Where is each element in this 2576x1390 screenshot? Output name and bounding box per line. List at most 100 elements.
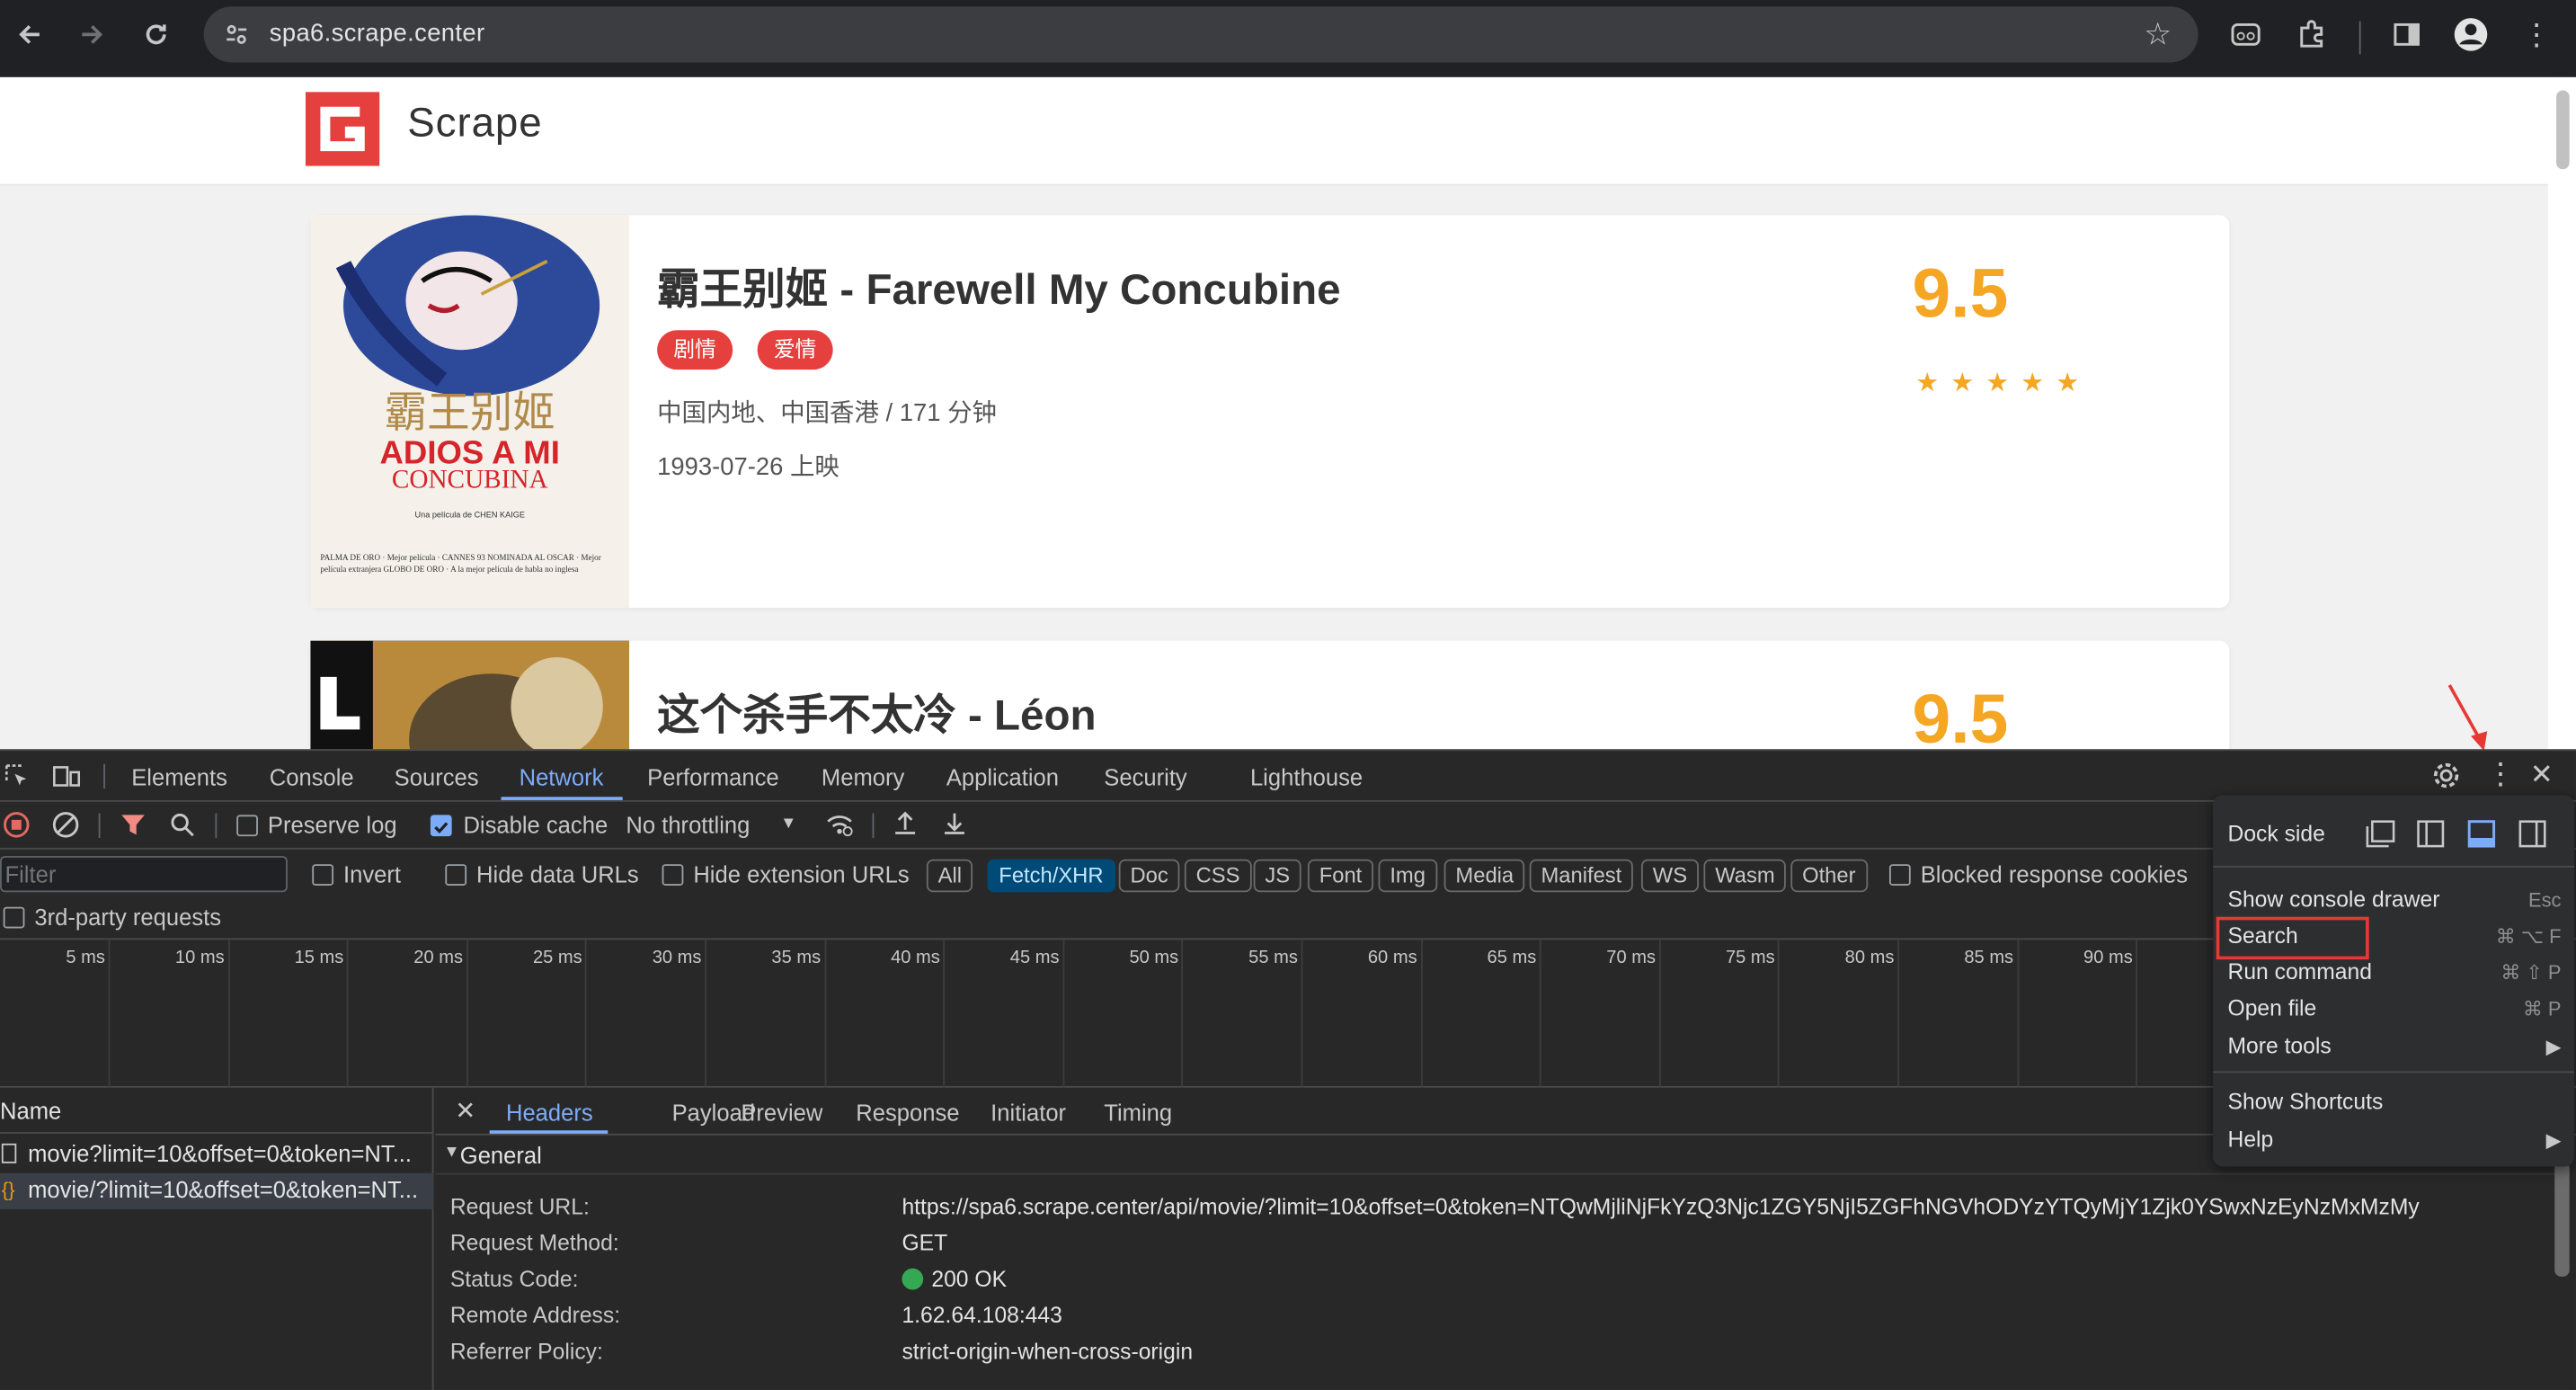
menu-item-show-shortcuts[interactable]: Show Shortcuts [2227,1090,2383,1114]
movie-title[interactable]: 霸王别姬 - Farewell My Concubine [657,256,1340,317]
dock-left-icon[interactable] [2417,820,2445,853]
disable-cache-checkbox[interactable] [430,815,452,837]
filter-icon[interactable] [120,812,146,838]
menu-item-help[interactable]: Help [2227,1127,2273,1152]
bookmark-star-icon[interactable]: ☆ [2144,16,2172,54]
hide-data-urls-checkbox[interactable] [445,864,467,886]
movie-poster[interactable]: 霸王别姬 ADIOS A MI CONCUBINA Una película d… [310,215,630,609]
tab-console[interactable]: Console [270,764,354,790]
preserve-log-checkbox[interactable] [236,815,258,837]
timeline-grid-line [1062,940,1065,1088]
incognito-icon[interactable] [2223,14,2269,54]
invert-checkbox[interactable] [312,864,334,886]
filter-wasm[interactable]: Wasm [1703,859,1787,893]
address-bar[interactable]: spa6.scrape.center ☆ [203,6,2198,63]
search-icon[interactable] [169,812,195,838]
tab-network[interactable]: Network [520,764,604,790]
menu-item-run-command[interactable]: Run command [2227,959,2371,984]
dock-bottom-icon[interactable] [2467,820,2496,853]
menu-item-open-file[interactable]: Open file [2227,995,2316,1020]
movie-poster[interactable] [310,640,630,750]
site-logo-icon[interactable] [305,92,380,166]
filter-media[interactable]: Media [1443,859,1525,893]
dock-undock-icon[interactable] [2366,820,2395,853]
tab-elements[interactable]: Elements [131,764,227,790]
tab-application[interactable]: Application [946,764,1059,790]
throttling-select[interactable]: No throttling [626,812,750,838]
filter-css[interactable]: CSS [1184,859,1252,893]
filter-ws[interactable]: WS [1640,859,1699,893]
menu-item-search[interactable]: Search [2227,923,2297,948]
filter-all[interactable]: All [926,859,973,893]
request-name[interactable]: movie/?limit=10&offset=0&token=NT... [28,1176,418,1202]
request-name[interactable]: movie?limit=10&offset=0&token=NT... [28,1140,412,1166]
filter-img[interactable]: Img [1378,859,1437,893]
filter-doc[interactable]: Doc [1118,859,1180,893]
tab-preview[interactable]: Preview [741,1100,822,1126]
timeline-tick-label: 10 ms [174,948,225,968]
detail-scrollbar[interactable] [2554,1161,2570,1277]
page-scrollbar-thumb[interactable] [2556,90,2570,170]
filter-other[interactable]: Other [1790,859,1868,893]
annotation-arrow [2447,684,2488,752]
browser-menu-icon[interactable]: ⋮ [2514,14,2560,54]
site-brand[interactable]: Scrape [407,100,542,147]
filter-input[interactable] [0,856,288,893]
reload-icon[interactable] [133,14,179,54]
tab-initiator[interactable]: Initiator [990,1100,1066,1126]
network-conditions-icon[interactable] [825,812,855,838]
device-toolbar-icon[interactable] [52,762,82,789]
request-row[interactable]: movie?limit=10&offset=0&token=NT... [0,1137,434,1173]
close-detail-icon[interactable]: ✕ [455,1096,475,1126]
back-icon[interactable] [6,14,52,54]
hide-extension-urls-checkbox[interactable] [662,864,684,886]
movie-title[interactable]: 这个杀手不太冷 - Léon [657,682,1096,743]
tab-lighthouse[interactable]: Lighthouse [1250,764,1363,790]
filter-js[interactable]: JS [1253,859,1301,893]
menu-item-show-console-drawer[interactable]: Show console drawer [2227,887,2439,912]
profile-avatar-icon[interactable] [2447,14,2493,54]
movie-card[interactable]: 这个杀手不太冷 - Léon 9.5 [310,640,2230,750]
request-row-selected[interactable]: {} movie/?limit=10&offset=0&token=NT... [0,1172,434,1209]
shortcut-run-command: ⌘ ⇧ P [2500,961,2562,985]
menu-item-more-tools[interactable]: More tools [2227,1033,2331,1057]
import-har-icon[interactable] [892,810,918,836]
side-panel-icon[interactable] [2384,14,2429,54]
remote-address-value: 1.62.64.108:443 [902,1303,1062,1328]
requests-panel: Name movie?limit=10&offset=0&token=NT...… [0,1087,434,1390]
filter-manifest[interactable]: Manifest [1529,859,1634,893]
inspect-element-icon[interactable] [4,762,30,789]
blocked-cookies-checkbox[interactable] [1888,864,1911,886]
movie-card[interactable]: 霸王别姬 ADIOS A MI CONCUBINA Una película d… [310,215,2230,609]
tab-memory[interactable]: Memory [822,764,904,790]
timeline-tick-label: 90 ms [2083,948,2133,968]
dock-right-icon[interactable] [2518,820,2546,853]
tab-performance[interactable]: Performance [647,764,779,790]
tab-headers[interactable]: Headers [506,1100,593,1126]
record-stop-icon[interactable] [4,812,30,838]
site-info-icon[interactable] [224,22,250,56]
filter-font[interactable]: Font [1307,859,1374,893]
chevron-down-icon[interactable]: ▼ [780,815,796,833]
third-party-checkbox[interactable] [3,906,25,929]
page-scrollbar[interactable] [2547,76,2576,750]
third-party-row: 3rd-party requests [0,899,2576,940]
forward-icon[interactable] [69,14,115,54]
status-code-value: 200 OK [931,1266,1008,1292]
filter-fetch-xhr[interactable]: Fetch/XHR [987,859,1115,893]
tab-response[interactable]: Response [856,1100,959,1126]
url-text[interactable]: spa6.scrape.center [270,20,485,48]
tab-timing[interactable]: Timing [1104,1100,1172,1126]
extensions-icon[interactable] [2288,14,2334,54]
customize-menu-icon[interactable]: ⋮ [2485,757,2515,791]
name-column-header[interactable]: Name [0,1098,61,1124]
third-party-label: 3rd-party requests [34,904,222,931]
divider [98,813,101,838]
settings-gear-icon[interactable] [2431,761,2461,790]
timeline-tick-label: 5 ms [66,948,105,968]
tab-security[interactable]: Security [1104,764,1186,790]
tab-sources[interactable]: Sources [395,764,479,790]
export-har-icon[interactable] [941,810,967,836]
clear-icon[interactable] [52,812,79,838]
close-devtools-icon[interactable]: ✕ [2530,759,2554,792]
